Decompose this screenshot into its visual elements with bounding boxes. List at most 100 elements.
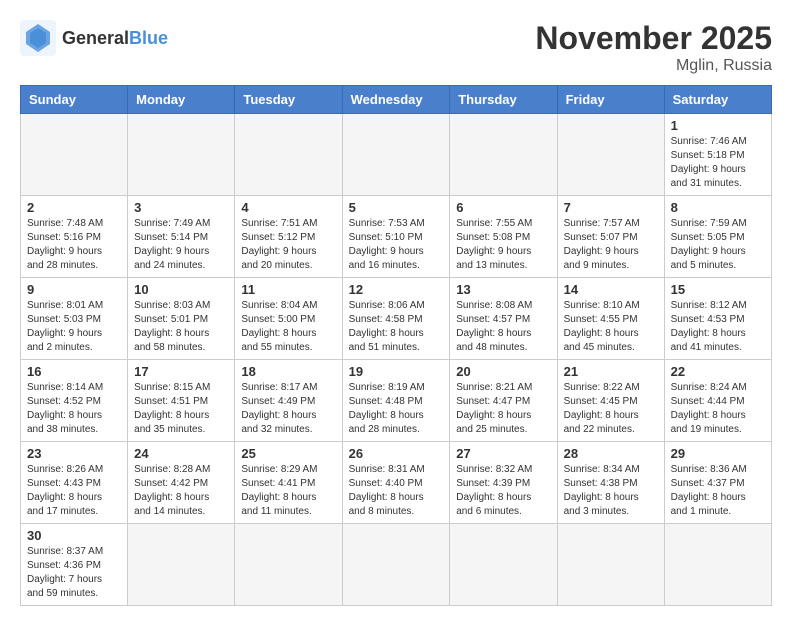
day-info: Sunrise: 8:14 AM Sunset: 4:52 PM Dayligh… bbox=[27, 381, 121, 437]
week-row-5: 23Sunrise: 8:26 AM Sunset: 4:43 PM Dayli… bbox=[21, 442, 772, 524]
day-info: Sunrise: 8:21 AM Sunset: 4:47 PM Dayligh… bbox=[456, 381, 550, 437]
calendar-cell: 21 Sunrise: 8:22 AM Sunset: 4:45 PM Dayli… bbox=[557, 360, 664, 442]
day-number: 14 bbox=[564, 282, 658, 297]
month-title: November 2025 bbox=[535, 20, 772, 57]
calendar-cell: 2Sunrise: 7:48 AM Sunset: 5:16 PM Daylig… bbox=[21, 196, 128, 278]
day-number: 9 bbox=[27, 282, 121, 297]
day-number: 26 bbox=[349, 446, 444, 461]
day-info: Sunrise: 8:08 AM Sunset: 4:57 PM Dayligh… bbox=[456, 299, 550, 355]
day-info: Sunrise: 8:29 AM Sunset: 4:41 PM Dayligh… bbox=[241, 463, 335, 519]
calendar-cell: 13 Sunrise: 8:08 AM Sunset: 4:57 PM Dayli… bbox=[450, 278, 557, 360]
logo-general: GeneralBlue bbox=[62, 28, 168, 48]
calendar-cell: 19 Sunrise: 8:19 AM Sunset: 4:48 PM Dayli… bbox=[342, 360, 450, 442]
day-number: 25 bbox=[241, 446, 335, 461]
calendar-cell: 18 Sunrise: 8:17 AM Sunset: 4:49 PM Dayli… bbox=[235, 360, 342, 442]
day-info: Sunrise: 8:28 AM Sunset: 4:42 PM Dayligh… bbox=[134, 463, 228, 519]
calendar-cell: 3 Sunrise: 7:49 AM Sunset: 5:14 PM Daylig… bbox=[128, 196, 235, 278]
calendar-cell: 27 Sunrise: 8:32 AM Sunset: 4:39 PM Dayli… bbox=[450, 442, 557, 524]
day-info: Sunrise: 8:32 AM Sunset: 4:39 PM Dayligh… bbox=[456, 463, 550, 519]
day-info: Sunrise: 8:15 AM Sunset: 4:51 PM Dayligh… bbox=[134, 381, 228, 437]
day-info: Sunrise: 7:49 AM Sunset: 5:14 PM Dayligh… bbox=[134, 217, 228, 273]
day-number: 13 bbox=[456, 282, 550, 297]
day-info: Sunrise: 7:59 AM Sunset: 5:05 PM Dayligh… bbox=[671, 217, 765, 273]
calendar-cell: 25 Sunrise: 8:29 AM Sunset: 4:41 PM Dayli… bbox=[235, 442, 342, 524]
day-number: 27 bbox=[456, 446, 550, 461]
logo-blue: Blue bbox=[129, 28, 168, 48]
day-info: Sunrise: 7:53 AM Sunset: 5:10 PM Dayligh… bbox=[349, 217, 444, 273]
week-row-3: 9 Sunrise: 8:01 AM Sunset: 5:03 PM Daylig… bbox=[21, 278, 772, 360]
day-info: Sunrise: 8:01 AM Sunset: 5:03 PM Dayligh… bbox=[27, 299, 121, 355]
calendar-cell: 10Sunrise: 8:03 AM Sunset: 5:01 PM Dayli… bbox=[128, 278, 235, 360]
calendar-cell: 26 Sunrise: 8:31 AM Sunset: 4:40 PM Dayli… bbox=[342, 442, 450, 524]
day-number: 3 bbox=[134, 200, 228, 215]
calendar-cell: 11Sunrise: 8:04 AM Sunset: 5:00 PM Dayli… bbox=[235, 278, 342, 360]
day-number: 24 bbox=[134, 446, 228, 461]
day-info: Sunrise: 8:10 AM Sunset: 4:55 PM Dayligh… bbox=[564, 299, 658, 355]
day-info: Sunrise: 8:37 AM Sunset: 4:36 PM Dayligh… bbox=[27, 545, 121, 601]
calendar-cell: 5 Sunrise: 7:53 AM Sunset: 5:10 PM Daylig… bbox=[342, 196, 450, 278]
calendar-cell bbox=[664, 524, 771, 606]
calendar-cell bbox=[235, 524, 342, 606]
calendar-cell: 23Sunrise: 8:26 AM Sunset: 4:43 PM Dayli… bbox=[21, 442, 128, 524]
calendar-cell: 20 Sunrise: 8:21 AM Sunset: 4:47 PM Dayli… bbox=[450, 360, 557, 442]
day-number: 18 bbox=[241, 364, 335, 379]
logo-icon bbox=[20, 20, 56, 56]
day-info: Sunrise: 8:03 AM Sunset: 5:01 PM Dayligh… bbox=[134, 299, 228, 355]
weekday-header-tuesday: Tuesday bbox=[235, 86, 342, 114]
weekday-header-row: SundayMondayTuesdayWednesdayThursdayFrid… bbox=[21, 86, 772, 114]
day-number: 30 bbox=[27, 528, 121, 543]
calendar-cell: 12 Sunrise: 8:06 AM Sunset: 4:58 PM Dayli… bbox=[342, 278, 450, 360]
day-info: Sunrise: 7:57 AM Sunset: 5:07 PM Dayligh… bbox=[564, 217, 658, 273]
calendar-cell: 9 Sunrise: 8:01 AM Sunset: 5:03 PM Daylig… bbox=[21, 278, 128, 360]
calendar-table: SundayMondayTuesdayWednesdayThursdayFrid… bbox=[20, 85, 772, 606]
weekday-header-friday: Friday bbox=[557, 86, 664, 114]
calendar-cell: 24 Sunrise: 8:28 AM Sunset: 4:42 PM Dayli… bbox=[128, 442, 235, 524]
calendar-cell bbox=[557, 524, 664, 606]
day-info: Sunrise: 8:22 AM Sunset: 4:45 PM Dayligh… bbox=[564, 381, 658, 437]
day-number: 12 bbox=[349, 282, 444, 297]
calendar-cell: 6Sunrise: 7:55 AM Sunset: 5:08 PM Daylig… bbox=[450, 196, 557, 278]
calendar-cell: 15 Sunrise: 8:12 AM Sunset: 4:53 PM Dayli… bbox=[664, 278, 771, 360]
calendar-cell: 14 Sunrise: 8:10 AM Sunset: 4:55 PM Dayli… bbox=[557, 278, 664, 360]
day-number: 20 bbox=[456, 364, 550, 379]
title-block: November 2025 Mglin, Russia bbox=[535, 20, 772, 75]
weekday-header-thursday: Thursday bbox=[450, 86, 557, 114]
calendar-cell: 4Sunrise: 7:51 AM Sunset: 5:12 PM Daylig… bbox=[235, 196, 342, 278]
calendar-cell bbox=[128, 114, 235, 196]
day-number: 5 bbox=[349, 200, 444, 215]
calendar-cell bbox=[342, 524, 450, 606]
day-info: Sunrise: 7:48 AM Sunset: 5:16 PM Dayligh… bbox=[27, 217, 121, 273]
calendar-cell: 22Sunrise: 8:24 AM Sunset: 4:44 PM Dayli… bbox=[664, 360, 771, 442]
day-number: 21 bbox=[564, 364, 658, 379]
logo: GeneralBlue bbox=[20, 20, 168, 56]
weekday-header-saturday: Saturday bbox=[664, 86, 771, 114]
day-number: 19 bbox=[349, 364, 444, 379]
calendar-cell: 28Sunrise: 8:34 AM Sunset: 4:38 PM Dayli… bbox=[557, 442, 664, 524]
calendar-cell bbox=[450, 114, 557, 196]
day-number: 1 bbox=[671, 118, 765, 133]
calendar-cell bbox=[557, 114, 664, 196]
day-info: Sunrise: 8:36 AM Sunset: 4:37 PM Dayligh… bbox=[671, 463, 765, 519]
day-number: 15 bbox=[671, 282, 765, 297]
day-number: 16 bbox=[27, 364, 121, 379]
calendar-cell: 29Sunrise: 8:36 AM Sunset: 4:37 PM Dayli… bbox=[664, 442, 771, 524]
calendar-cell: 1 Sunrise: 7:46 AM Sunset: 5:18 PM Daylig… bbox=[664, 114, 771, 196]
day-info: Sunrise: 8:19 AM Sunset: 4:48 PM Dayligh… bbox=[349, 381, 444, 437]
day-number: 28 bbox=[564, 446, 658, 461]
day-number: 6 bbox=[456, 200, 550, 215]
week-row-6: 30 Sunrise: 8:37 AM Sunset: 4:36 PM Dayli… bbox=[21, 524, 772, 606]
day-info: Sunrise: 8:12 AM Sunset: 4:53 PM Dayligh… bbox=[671, 299, 765, 355]
calendar-cell: 16 Sunrise: 8:14 AM Sunset: 4:52 PM Dayli… bbox=[21, 360, 128, 442]
day-number: 22 bbox=[671, 364, 765, 379]
logo-text: GeneralBlue bbox=[62, 28, 168, 49]
week-row-2: 2Sunrise: 7:48 AM Sunset: 5:16 PM Daylig… bbox=[21, 196, 772, 278]
day-number: 11 bbox=[241, 282, 335, 297]
day-info: Sunrise: 8:31 AM Sunset: 4:40 PM Dayligh… bbox=[349, 463, 444, 519]
day-info: Sunrise: 8:06 AM Sunset: 4:58 PM Dayligh… bbox=[349, 299, 444, 355]
weekday-header-monday: Monday bbox=[128, 86, 235, 114]
day-number: 17 bbox=[134, 364, 228, 379]
day-info: Sunrise: 7:46 AM Sunset: 5:18 PM Dayligh… bbox=[671, 135, 765, 191]
week-row-4: 16 Sunrise: 8:14 AM Sunset: 4:52 PM Dayli… bbox=[21, 360, 772, 442]
day-info: Sunrise: 8:17 AM Sunset: 4:49 PM Dayligh… bbox=[241, 381, 335, 437]
calendar-cell bbox=[128, 524, 235, 606]
